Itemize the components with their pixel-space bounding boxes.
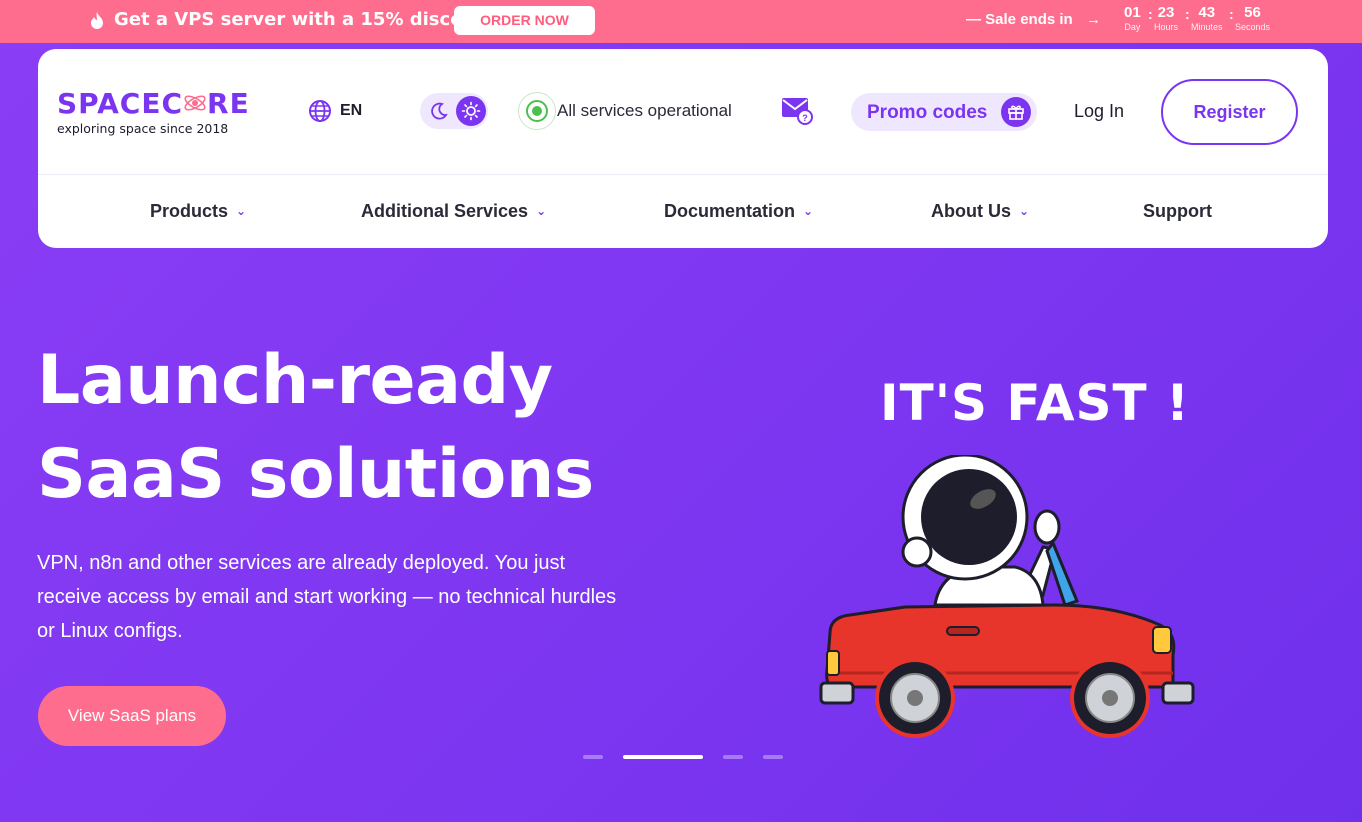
sun-icon bbox=[456, 96, 486, 126]
timer-days: 01 Day bbox=[1124, 4, 1141, 32]
promo-codes-button[interactable]: Promo codes bbox=[851, 93, 1037, 131]
fire-icon bbox=[91, 12, 103, 29]
nav-additional-services[interactable]: Additional Services ⌄ bbox=[361, 201, 546, 222]
nav-support[interactable]: Support bbox=[1143, 201, 1212, 222]
register-button[interactable]: Register bbox=[1161, 79, 1298, 145]
header-top-row: SPACECRE exploring space since 2018 EN bbox=[38, 49, 1328, 175]
gift-icon bbox=[1001, 97, 1031, 127]
promo-text: Get a VPS server with a 15% discount bbox=[114, 9, 497, 30]
astronaut-car-illustration bbox=[819, 455, 1195, 738]
logo-wordmark: SPACEC RE bbox=[57, 87, 250, 120]
nav-about-us[interactable]: About Us ⌄ bbox=[931, 201, 1029, 222]
slider-dot-active[interactable] bbox=[623, 755, 703, 759]
nav-products[interactable]: Products ⌄ bbox=[150, 201, 246, 222]
language-label: EN bbox=[340, 102, 363, 119]
timer-separator: : bbox=[1148, 6, 1153, 22]
chevron-down-icon: ⌄ bbox=[803, 204, 814, 218]
slider-dot[interactable] bbox=[763, 755, 783, 759]
status-indicator-icon bbox=[518, 92, 556, 130]
sale-ends-label: — Sale ends in bbox=[966, 11, 1073, 28]
logo-tagline: exploring space since 2018 bbox=[57, 121, 229, 136]
chevron-down-icon: ⌄ bbox=[536, 204, 547, 218]
slide-caption: IT'S FAST ! bbox=[880, 374, 1190, 432]
site-header: SPACECRE exploring space since 2018 EN bbox=[38, 49, 1328, 248]
main-nav: Products ⌄ Additional Services ⌄ Documenta… bbox=[38, 176, 1328, 248]
timer-separator: : bbox=[1229, 6, 1234, 22]
chevron-down-icon: ⌄ bbox=[236, 204, 247, 218]
status-text: All services operational bbox=[557, 101, 732, 120]
slider-dot[interactable] bbox=[723, 755, 743, 759]
logo[interactable]: SPACEC RE exploring space since 2018 bbox=[57, 87, 250, 136]
promo-codes-label: Promo codes bbox=[867, 102, 988, 123]
timer-minutes: 43 Minutes bbox=[1191, 4, 1223, 32]
theme-toggle[interactable] bbox=[420, 93, 488, 129]
timer-seconds: 56 Seconds bbox=[1235, 4, 1271, 32]
timer-hours: 23 Hours bbox=[1154, 4, 1179, 32]
chevron-down-icon: ⌄ bbox=[1019, 204, 1030, 218]
moon-icon bbox=[431, 102, 448, 120]
view-saas-plans-button[interactable]: View SaaS plans bbox=[38, 686, 226, 746]
globe-icon bbox=[309, 100, 331, 122]
atom-icon bbox=[184, 95, 206, 111]
order-now-button[interactable]: ORDER NOW bbox=[454, 6, 595, 35]
timer-separator: : bbox=[1185, 6, 1190, 22]
slider-dot[interactable] bbox=[583, 755, 603, 759]
hero-subtitle: VPN, n8n and other services are already … bbox=[37, 552, 617, 642]
promo-banner: Get a VPS server with a 15% discount ORD… bbox=[0, 0, 1362, 43]
service-status[interactable]: All services operational bbox=[518, 92, 732, 130]
arrow-right-icon: → bbox=[1086, 11, 1101, 28]
login-link[interactable]: Log In bbox=[1074, 101, 1124, 122]
mail-question-icon[interactable]: ? bbox=[781, 96, 813, 126]
svg-text:?: ? bbox=[802, 113, 808, 123]
hero-title: Launch-ready SaaS solutions bbox=[37, 341, 594, 514]
language-selector[interactable]: EN bbox=[308, 99, 362, 123]
nav-documentation[interactable]: Documentation ⌄ bbox=[664, 201, 813, 222]
